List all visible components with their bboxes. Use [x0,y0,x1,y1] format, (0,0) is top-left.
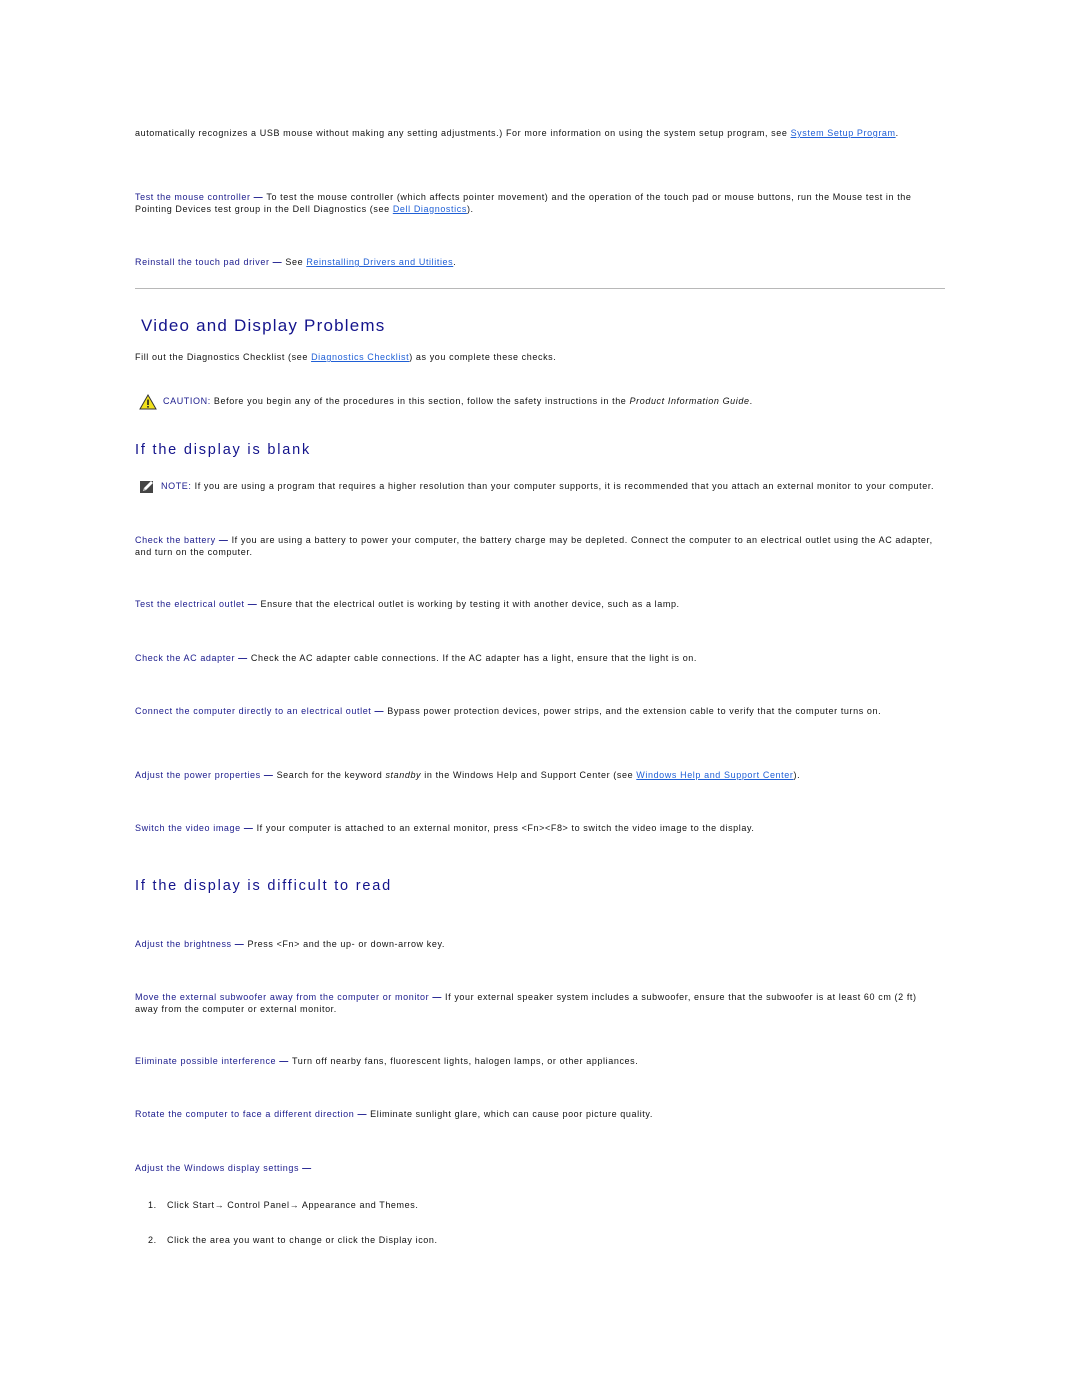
mouse-item-reinstall-driver: Reinstall the touch pad driver — See Rei… [135,257,457,267]
difficult-item: Adjust the Windows display settings — [135,1163,312,1173]
diagnostics-checklist-link[interactable]: Diagnostics Checklist [311,352,409,362]
blank-item: Check the battery — If you are using a b… [135,535,933,557]
heading-display-blank: If the display is blank [135,442,311,458]
blank-item: Check the AC adapter — Check the AC adap… [135,653,698,663]
blank-item: Adjust the power properties — Search for… [135,770,801,780]
section-divider [135,288,945,289]
difficult-item: Rotate the computer to face a different … [135,1109,653,1119]
windows-help-support-link[interactable]: Windows Help and Support Center [636,770,793,780]
caution-label: CAUTION: [163,396,211,406]
item-term: Reinstall the touch pad driver [135,257,270,267]
difficult-item: Eliminate possible interference — Turn o… [135,1056,639,1066]
difficult-item: Adjust the brightness — Press <Fn> and t… [135,939,445,949]
blank-item: Test the electrical outlet — Ensure that… [135,599,680,609]
blank-item: Switch the video image — If your compute… [135,823,755,833]
item-term: Test the mouse controller [135,192,251,202]
dell-diagnostics-link[interactable]: Dell Diagnostics [393,204,467,214]
heading-display-difficult: If the display is difficult to read [135,878,392,894]
system-setup-program-link[interactable]: System Setup Program [791,128,896,138]
section-title: Video and Display Problems [141,316,386,335]
blank-item: Connect the computer directly to an elec… [135,706,882,716]
reinstalling-drivers-link[interactable]: Reinstalling Drivers and Utilities [306,257,453,267]
section-intro: Fill out the Diagnostics Checklist (see … [135,352,557,362]
difficult-item: Move the external subwoofer away from th… [135,992,917,1014]
note-label: NOTE: [161,481,192,491]
intro-paragraph: automatically recognizes a USB mouse wit… [135,128,899,138]
warning-triangle-icon [139,393,157,410]
pencil-note-icon [139,479,157,495]
mouse-item-test-controller: Test the mouse controller — To test the … [135,192,912,214]
